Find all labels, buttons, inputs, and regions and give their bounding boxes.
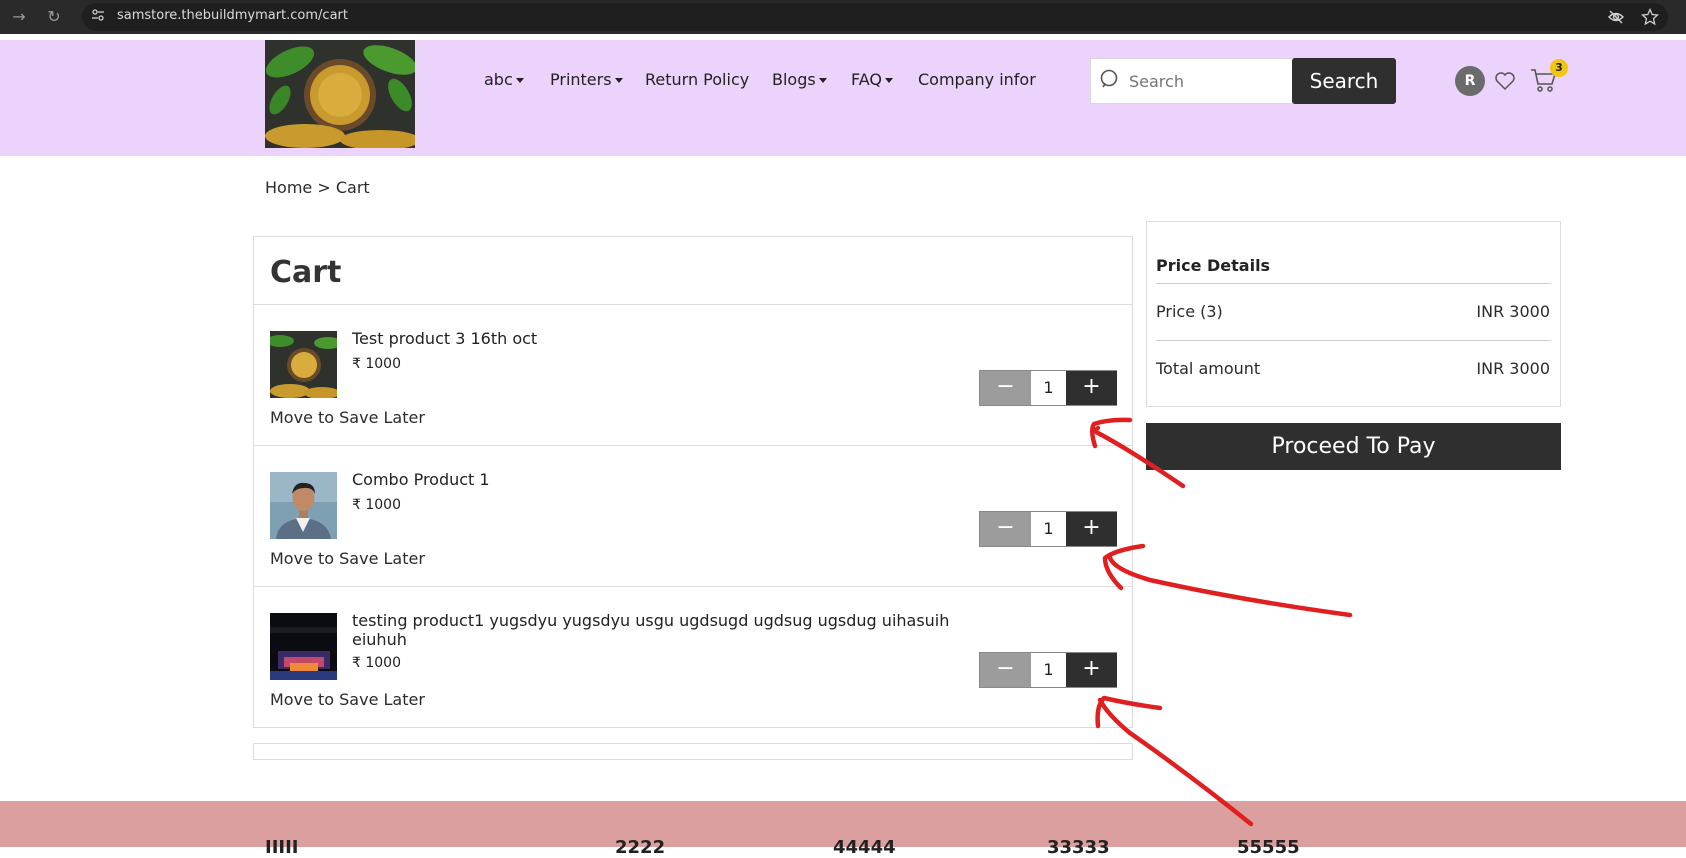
total-amount-value: INR 3000 [1476, 359, 1550, 378]
product-image[interactable] [270, 472, 337, 539]
footer-heading: IIIII [265, 837, 299, 858]
price-label: Price (3) [1156, 302, 1223, 321]
site-header: abc Printers Return Policy Blogs FAQ Com… [0, 40, 1686, 156]
footer-heading: 55555 [1237, 837, 1300, 858]
nav-printers[interactable]: Printers [550, 70, 623, 89]
divider [1156, 283, 1551, 284]
nav-company-info[interactable]: Company infor [918, 70, 1036, 89]
quantity-value[interactable]: 1 [1031, 512, 1066, 546]
chevron-down-icon [515, 78, 524, 83]
url-text[interactable]: samstore.thebuildmymart.com/cart [117, 8, 348, 23]
decrease-quantity-button[interactable]: − [980, 653, 1031, 687]
user-avatar[interactable]: R [1455, 66, 1485, 96]
site-footer: IIIII 2222 44444 33333 55555 [0, 801, 1686, 858]
browser-toolbar: → ↻ samstore.thebuildmymart.com/cart [0, 0, 1686, 34]
decrease-quantity-button[interactable]: − [980, 512, 1031, 546]
reload-icon[interactable]: ↻ [43, 6, 65, 28]
cart-count-badge: 3 [1550, 59, 1568, 77]
chevron-down-icon [818, 78, 827, 83]
breadcrumb-separator: > [317, 178, 331, 197]
product-name[interactable]: Combo Product 1 [352, 470, 972, 489]
forward-icon[interactable]: → [8, 6, 30, 28]
move-to-save-later-link[interactable]: Move to Save Later [270, 408, 425, 427]
site-settings-icon[interactable] [91, 8, 105, 22]
increase-quantity-button[interactable]: + [1066, 371, 1117, 405]
chevron-down-icon [614, 78, 623, 83]
total-amount-label: Total amount [1156, 359, 1261, 378]
search-icon [1100, 69, 1118, 88]
breadcrumb: Home > Cart [265, 178, 370, 197]
nav-label: FAQ [851, 70, 882, 89]
breadcrumb-home[interactable]: Home [265, 178, 312, 197]
bookmark-star-icon[interactable] [1641, 8, 1659, 26]
increase-quantity-button[interactable]: + [1066, 512, 1117, 546]
price-details-panel: Price Details Price (3) INR 3000 Total a… [1146, 221, 1561, 407]
product-name[interactable]: Test product 3 16th oct [352, 329, 972, 348]
annotation-arrow [1107, 555, 1353, 618]
cart-footer-strip [253, 743, 1133, 760]
nav-label: abc [484, 70, 513, 89]
price-value: INR 3000 [1476, 302, 1550, 321]
chevron-down-icon [885, 78, 893, 83]
quantity-stepper: − 1 + [979, 370, 1117, 406]
heart-icon[interactable] [1494, 70, 1516, 92]
product-image[interactable] [270, 331, 337, 398]
quantity-stepper: − 1 + [979, 652, 1117, 688]
nav-abc[interactable]: abc [484, 70, 524, 89]
nav-label: Printers [550, 70, 612, 89]
nav-return-policy[interactable]: Return Policy [645, 70, 749, 89]
quantity-value[interactable]: 1 [1031, 653, 1066, 687]
quantity-value[interactable]: 1 [1031, 371, 1066, 405]
product-price: ₹ 1000 [352, 356, 401, 372]
search-button[interactable]: Search [1292, 58, 1396, 104]
product-price: ₹ 1000 [352, 497, 401, 513]
quantity-stepper: − 1 + [979, 511, 1117, 547]
proceed-to-pay-button[interactable]: Proceed To Pay [1146, 423, 1561, 470]
nav-label: Company infor [918, 70, 1036, 89]
search-field[interactable] [1090, 58, 1294, 104]
breadcrumb-current: Cart [335, 178, 370, 197]
cart-title: Cart [270, 255, 342, 290]
cart-item: testing product1 yugsdyu yugsdyu usgu ug… [254, 587, 1132, 728]
cart-item: Combo Product 1 ₹ 1000 Move to Save Late… [254, 446, 1132, 587]
nav-label: Return Policy [645, 70, 750, 89]
increase-quantity-button[interactable]: + [1066, 653, 1117, 687]
divider [1156, 340, 1551, 341]
product-price: ₹ 1000 [352, 655, 401, 671]
decrease-quantity-button[interactable]: − [980, 371, 1031, 405]
footer-heading: 2222 [615, 837, 666, 858]
eye-off-icon[interactable] [1607, 8, 1625, 26]
store-logo[interactable] [265, 40, 415, 148]
nav-blogs[interactable]: Blogs [772, 70, 827, 89]
nav-faq[interactable]: FAQ [851, 70, 893, 89]
footer-heading: 44444 [833, 837, 896, 858]
move-to-save-later-link[interactable]: Move to Save Later [270, 549, 425, 568]
footer-heading: 33333 [1047, 837, 1110, 858]
product-image[interactable] [270, 613, 337, 680]
cart-panel: Cart Test product 3 16th oct ₹ 1000 Move… [253, 236, 1133, 728]
nav-label: Blogs [772, 70, 816, 89]
cart-item: Test product 3 16th oct ₹ 1000 Move to S… [254, 305, 1132, 446]
move-to-save-later-link[interactable]: Move to Save Later [270, 690, 425, 709]
price-details-title: Price Details [1156, 256, 1271, 275]
search-input[interactable] [1129, 69, 1284, 93]
product-name[interactable]: testing product1 yugsdyu yugsdyu usgu ug… [352, 611, 972, 649]
